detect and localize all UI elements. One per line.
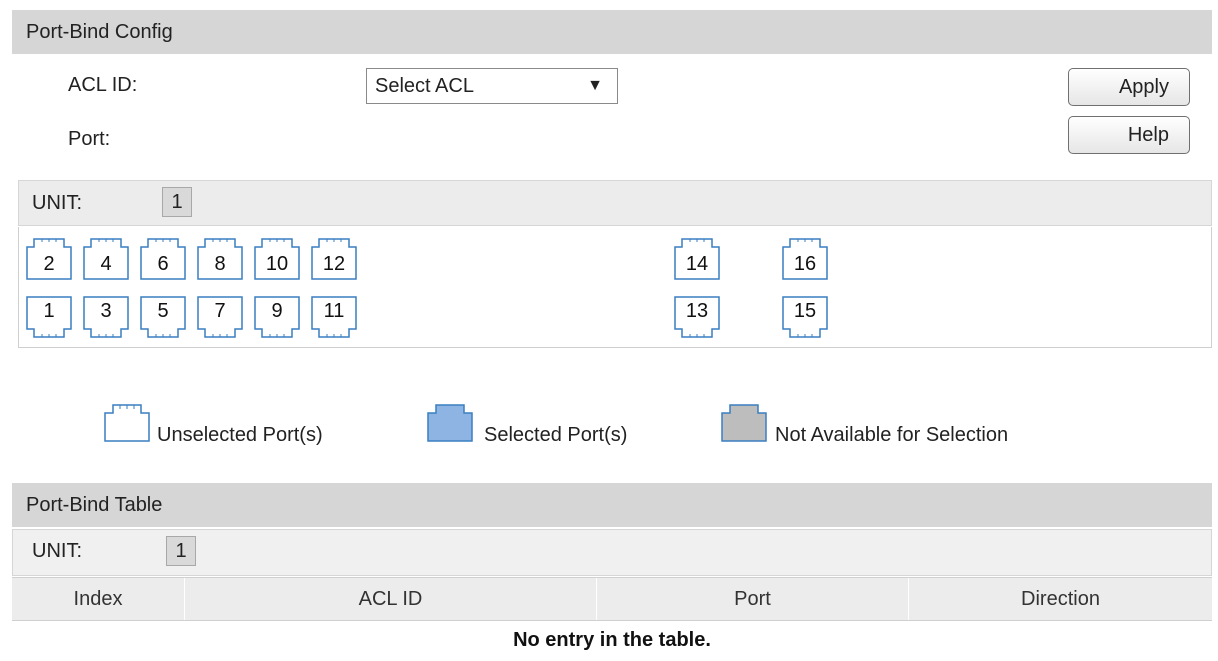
help-button[interactable]: Help: [1068, 116, 1190, 154]
unavailable-legend-label: Not Available for Selection: [775, 424, 1009, 446]
acl-id-label: ACL ID:: [68, 74, 138, 96]
port-number-label: 14: [685, 253, 709, 275]
port-bind-table-header: Port-Bind Table: [12, 483, 1212, 527]
unavailable-port-legend-icon: [721, 404, 767, 448]
unit-label: UNIT:: [32, 192, 82, 214]
selected-port-legend-icon: [427, 404, 473, 448]
unit-1-chip[interactable]: 1: [162, 187, 192, 217]
port-6[interactable]: 6: [140, 238, 186, 280]
column-acl-id: ACL ID: [358, 588, 423, 610]
port-label: Port:: [68, 128, 111, 150]
port-number-label: 6: [157, 253, 169, 275]
port-13[interactable]: 13: [674, 296, 720, 338]
dropdown-arrow-icon: ▼: [587, 77, 603, 94]
selected-legend-label: Selected Port(s): [484, 424, 628, 446]
port-number-label: 15: [793, 300, 817, 322]
empty-table-message: No entry in the table.: [513, 629, 711, 651]
port-10[interactable]: 10: [254, 238, 300, 280]
port-7[interactable]: 7: [197, 296, 243, 338]
unselected-legend-label: Unselected Port(s): [157, 424, 323, 446]
column-direction: Direction: [1021, 588, 1100, 610]
table-header-row: Index ACL ID Port Direction: [12, 577, 1212, 621]
port-number-label: 10: [265, 253, 289, 275]
port-4[interactable]: 4: [83, 238, 129, 280]
port-bind-config-header: Port-Bind Config: [12, 10, 1212, 54]
column-port: Port: [734, 588, 771, 610]
table-unit-label: UNIT:: [32, 540, 82, 562]
table-unit-1-chip[interactable]: 1: [166, 536, 196, 566]
port-number-label: 3: [100, 300, 112, 322]
port-number-label: 12: [322, 253, 346, 275]
unit-bar: [18, 180, 1212, 226]
port-5[interactable]: 5: [140, 296, 186, 338]
port-number-label: 4: [100, 253, 112, 275]
port-number-label: 5: [157, 300, 169, 322]
port-number-label: 8: [214, 253, 226, 275]
port-2[interactable]: 2: [26, 238, 72, 280]
port-number-label: 7: [214, 300, 226, 322]
port-9[interactable]: 9: [254, 296, 300, 338]
port-number-label: 16: [793, 253, 817, 275]
acl-id-select[interactable]: Select ACL ▼: [366, 68, 618, 104]
apply-button[interactable]: Apply: [1068, 68, 1190, 106]
port-number-label: 11: [323, 300, 345, 322]
port-12[interactable]: 12: [311, 238, 357, 280]
port-number-label: 2: [43, 253, 55, 275]
acl-id-select-value: Select ACL: [375, 75, 474, 97]
unselected-port-legend-icon: [104, 404, 150, 448]
port-1[interactable]: 1: [26, 296, 72, 338]
port-14[interactable]: 14: [674, 238, 720, 280]
port-number-label: 1: [43, 300, 55, 322]
port-16[interactable]: 16: [782, 238, 828, 280]
port-8[interactable]: 8: [197, 238, 243, 280]
column-index: Index: [73, 588, 123, 610]
port-3[interactable]: 3: [83, 296, 129, 338]
port-11[interactable]: 11: [311, 296, 357, 338]
port-15[interactable]: 15: [782, 296, 828, 338]
port-number-label: 13: [685, 300, 709, 322]
port-number-label: 9: [271, 300, 283, 322]
